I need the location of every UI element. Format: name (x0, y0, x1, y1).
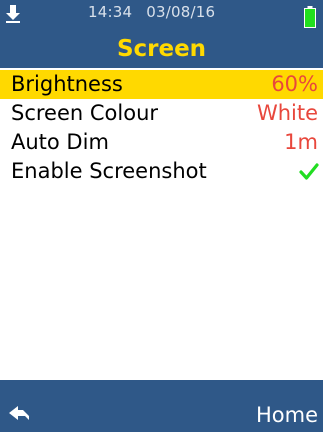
check-icon (299, 163, 319, 180)
download-arrow-icon (6, 5, 20, 23)
back-arrow-icon[interactable] (9, 405, 31, 421)
status-bar: 14:34 03/08/16 (0, 0, 323, 30)
menu-item-label: Enable Screenshot (11, 159, 207, 183)
menu-item-label: Brightness (11, 72, 123, 96)
device-screen: 14:34 03/08/16 Screen Brightness 60% Scre… (0, 0, 323, 432)
menu-item-brightness[interactable]: Brightness 60% (0, 70, 323, 99)
settings-menu: Brightness 60% Screen Colour White Auto … (0, 70, 323, 186)
menu-item-enable-screenshot[interactable]: Enable Screenshot (0, 157, 323, 186)
menu-item-value: 60% (271, 72, 318, 96)
menu-item-screen-colour[interactable]: Screen Colour White (0, 99, 323, 128)
menu-item-auto-dim[interactable]: Auto Dim 1m (0, 128, 323, 157)
clock: 14:34 03/08/16 (88, 3, 215, 21)
page-title: Screen (116, 36, 207, 62)
menu-item-label: Auto Dim (11, 130, 109, 154)
battery-icon (304, 6, 316, 28)
header: 14:34 03/08/16 Screen (0, 0, 323, 68)
menu-item-label: Screen Colour (11, 101, 159, 125)
home-button[interactable]: Home (256, 403, 318, 427)
footer-bar: Home (0, 380, 323, 432)
status-time: 14:34 (88, 3, 133, 21)
menu-item-value: White (256, 101, 318, 125)
status-date: 03/08/16 (146, 3, 216, 21)
menu-item-value: 1m (284, 130, 318, 154)
